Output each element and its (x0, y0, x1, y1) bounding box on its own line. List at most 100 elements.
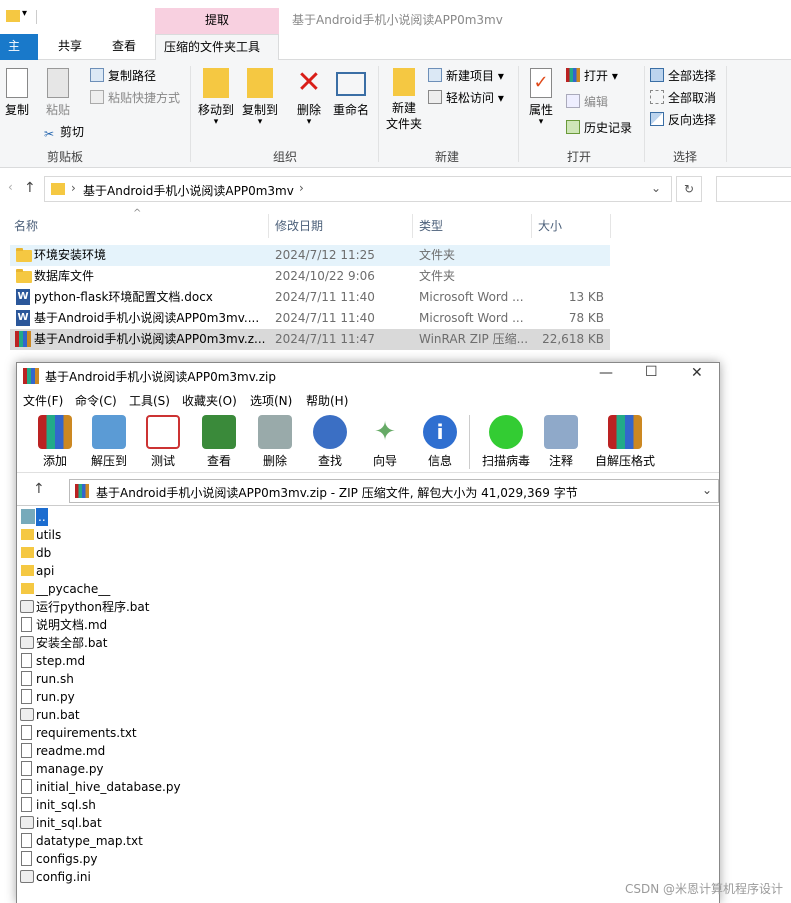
test-button[interactable]: 测试 (135, 415, 191, 469)
comment-button[interactable]: 注释 (533, 415, 589, 469)
file-row[interactable]: W 基于Android手机小说阅读APP0m3mv.... 2024/7/11 … (10, 308, 610, 329)
delete-button[interactable]: ✕ 删除 ▾ (292, 68, 326, 127)
column-date[interactable]: 修改日期 (275, 212, 323, 240)
list-item[interactable]: init_sql.sh (19, 796, 519, 814)
copy-path-icon (90, 68, 104, 82)
invert-selection-button[interactable]: 反向选择 (650, 110, 716, 130)
word-doc-icon: W (16, 310, 30, 326)
list-item[interactable]: config.ini (19, 868, 519, 886)
new-item-button[interactable]: 新建项目 ▾ (428, 66, 504, 86)
list-item[interactable]: step.md (19, 652, 519, 670)
tab-view[interactable]: 查看 (104, 34, 144, 60)
add-button[interactable]: 添加 (27, 415, 83, 469)
column-divider[interactable] (610, 214, 611, 238)
list-item[interactable]: 安装全部.bat (19, 634, 519, 652)
list-item[interactable]: .. (19, 508, 519, 526)
entry-name: run.sh (36, 672, 74, 686)
search-input[interactable] (716, 176, 791, 202)
open-button[interactable]: 打开 ▾ (566, 66, 618, 86)
column-divider[interactable] (531, 214, 532, 238)
tab-extract-context[interactable]: 提取 (155, 8, 279, 34)
menu-help[interactable]: 帮助(H) (306, 392, 348, 409)
minimize-icon[interactable]: — (599, 365, 613, 381)
paste-button[interactable]: 粘贴 (42, 68, 74, 118)
column-size[interactable]: 大小 (538, 212, 562, 240)
list-item[interactable]: api (19, 562, 519, 580)
cut-button[interactable]: ✂ 剪切 (42, 122, 84, 142)
paste-shortcut-icon (90, 90, 104, 104)
list-item[interactable]: __pycache__ (19, 580, 519, 598)
edit-button[interactable]: 编辑 (566, 92, 608, 112)
select-all-button[interactable]: 全部选择 (650, 66, 716, 86)
list-item[interactable]: configs.py (19, 850, 519, 868)
new-folder-button[interactable]: 新建 文件夹 (382, 68, 426, 132)
view-button[interactable]: 查看 (191, 415, 247, 469)
file-row[interactable]: W python-flask环境配置文档.docx 2024/7/11 11:4… (10, 287, 610, 308)
info-button[interactable]: i 信息 (412, 415, 468, 469)
extract-to-button[interactable]: 解压到 (81, 415, 137, 469)
tab-share[interactable]: 共享 (50, 34, 90, 60)
path-dropdown-icon[interactable]: ⌄ (702, 483, 712, 497)
address-bar[interactable]: › 基于Android手机小说阅读APP0m3mv › ⌄ (44, 176, 672, 202)
list-item[interactable]: datatype_map.txt (19, 832, 519, 850)
menu-commands[interactable]: 命令(C) (75, 392, 117, 409)
copy-to-button[interactable]: 复制到 ▾ (238, 68, 282, 127)
winrar-title: 基于Android手机小说阅读APP0m3mv.zip (45, 370, 276, 384)
move-to-icon (203, 68, 229, 98)
menu-file[interactable]: 文件(F) (23, 392, 63, 409)
config-file-icon (20, 870, 34, 883)
scan-virus-label: 扫描病毒 (481, 454, 530, 468)
column-divider[interactable] (268, 214, 269, 238)
move-to-button[interactable]: 移动到 ▾ (196, 68, 236, 127)
list-item[interactable]: initial_hive_database.py (19, 778, 519, 796)
archive-path-field[interactable]: 基于Android手机小说阅读APP0m3mv.zip - ZIP 压缩文件, … (69, 479, 719, 503)
breadcrumb[interactable]: 基于Android手机小说阅读APP0m3mv (83, 182, 294, 199)
file-row[interactable]: 环境安装环境 2024/7/12 11:25 文件夹 (10, 245, 610, 266)
refresh-icon[interactable]: ↻ (676, 176, 702, 202)
column-name[interactable]: 名称 (14, 212, 38, 240)
list-item[interactable]: utils (19, 526, 519, 544)
list-item[interactable]: 说明文档.md (19, 616, 519, 634)
menu-options[interactable]: 选项(N) (250, 392, 292, 409)
find-button[interactable]: 查找 (302, 415, 358, 469)
copy-button[interactable]: 复制 (2, 68, 32, 118)
back-icon[interactable]: ‹ (8, 180, 13, 194)
list-item[interactable]: run.bat (19, 706, 519, 724)
up-arrow-icon[interactable]: ↑ (24, 180, 36, 196)
wizard-button[interactable]: ✦ 向导 (357, 415, 413, 469)
close-icon[interactable]: ✕ (691, 365, 703, 381)
history-button[interactable]: 历史记录 (566, 118, 632, 138)
list-item[interactable]: run.py (19, 688, 519, 706)
tab-compressed-tools[interactable]: 压缩的文件夹工具 (155, 34, 279, 60)
history-label: 历史记录 (584, 121, 633, 135)
rename-button[interactable]: 重命名 (330, 68, 372, 118)
menu-tools[interactable]: 工具(S) (129, 392, 170, 409)
menu-favorites[interactable]: 收藏夹(O) (182, 392, 237, 409)
properties-button[interactable]: ✓ 属性 ▾ (524, 68, 558, 127)
file-icon (21, 743, 32, 758)
list-item[interactable]: 运行python程序.bat (19, 598, 519, 616)
copy-path-button[interactable]: 复制路径 (90, 66, 156, 86)
list-item[interactable]: requirements.txt (19, 724, 519, 742)
list-item[interactable]: init_sql.bat (19, 814, 519, 832)
address-dropdown-icon[interactable]: ⌄ (651, 181, 661, 195)
scan-virus-button[interactable]: 扫描病毒 (476, 415, 536, 469)
file-row[interactable]: 数据库文件 2024/10/22 9:06 文件夹 (10, 266, 610, 287)
file-row-selected[interactable]: 基于Android手机小说阅读APP0m3mv.z... 2024/7/11 1… (10, 329, 610, 350)
tab-home[interactable]: 主页 (0, 34, 38, 78)
list-item[interactable]: manage.py (19, 760, 519, 778)
delete-button[interactable]: 删除 (247, 415, 303, 469)
column-type[interactable]: 类型 (419, 212, 443, 240)
list-item[interactable]: run.sh (19, 670, 519, 688)
easy-access-button[interactable]: 轻松访问 ▾ (428, 88, 504, 108)
list-item[interactable]: readme.md (19, 742, 519, 760)
column-divider[interactable] (412, 214, 413, 238)
quick-access-dropdown-icon[interactable]: ▾ (22, 8, 27, 19)
sfx-button[interactable]: 自解压格式 (589, 415, 661, 469)
list-item[interactable]: db (19, 544, 519, 562)
paste-shortcut-button[interactable]: 粘贴快捷方式 (90, 88, 180, 108)
folder-icon (21, 529, 34, 540)
maximize-icon[interactable]: ☐ (645, 364, 658, 380)
select-none-button[interactable]: 全部取消 (650, 88, 716, 108)
up-one-level-icon[interactable]: ↑ (33, 481, 45, 497)
